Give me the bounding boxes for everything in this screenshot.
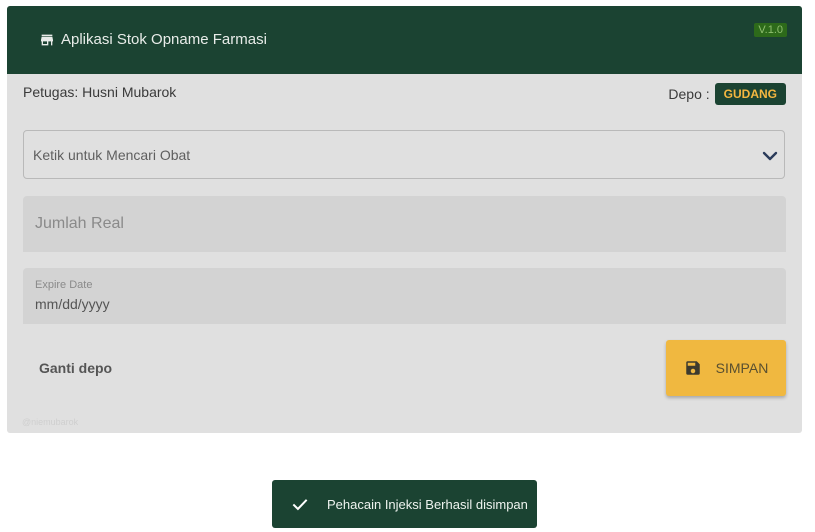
depo-badge: GUDANG (714, 83, 786, 105)
depo-label: Depo : (668, 86, 710, 102)
jumlah-placeholder: Jumlah Real (35, 215, 124, 232)
toast-message: Pehacain Injeksi Berhasil disimpan (327, 496, 528, 512)
simpan-label: SIMPAN (715, 360, 769, 376)
success-toast: Pehacain Injeksi Berhasil disimpan (272, 480, 537, 528)
depo-group: Depo : GUDANG (668, 83, 786, 105)
credit-text: @niemubarok (22, 417, 79, 427)
expire-date-input[interactable]: Expire Date mm/dd/yyyy (23, 268, 786, 324)
simpan-button[interactable]: SIMPAN (666, 340, 786, 396)
check-icon (290, 494, 310, 514)
expire-date-label: Expire Date (35, 279, 93, 291)
ganti-depo-button[interactable]: Ganti depo (39, 360, 112, 376)
jumlah-real-input[interactable]: Jumlah Real (23, 196, 786, 252)
app-title-group: Aplikasi Stok Opname Farmasi (39, 31, 267, 48)
expire-date-value: mm/dd/yyyy (35, 296, 110, 312)
main-card: Aplikasi Stok Opname Farmasi V.1.0 Petug… (7, 6, 802, 433)
version-badge: V.1.0 (754, 23, 787, 37)
obat-search-select[interactable]: Ketik untuk Mencari Obat (23, 130, 785, 179)
chevron-down-icon[interactable] (762, 148, 778, 164)
save-icon (684, 359, 702, 377)
store-icon (39, 32, 55, 48)
search-placeholder: Ketik untuk Mencari Obat (33, 147, 191, 163)
app-title: Aplikasi Stok Opname Farmasi (61, 31, 267, 48)
app-header: Aplikasi Stok Opname Farmasi V.1.0 (7, 6, 802, 74)
petugas-label: Petugas: Husni Mubarok (23, 84, 177, 100)
